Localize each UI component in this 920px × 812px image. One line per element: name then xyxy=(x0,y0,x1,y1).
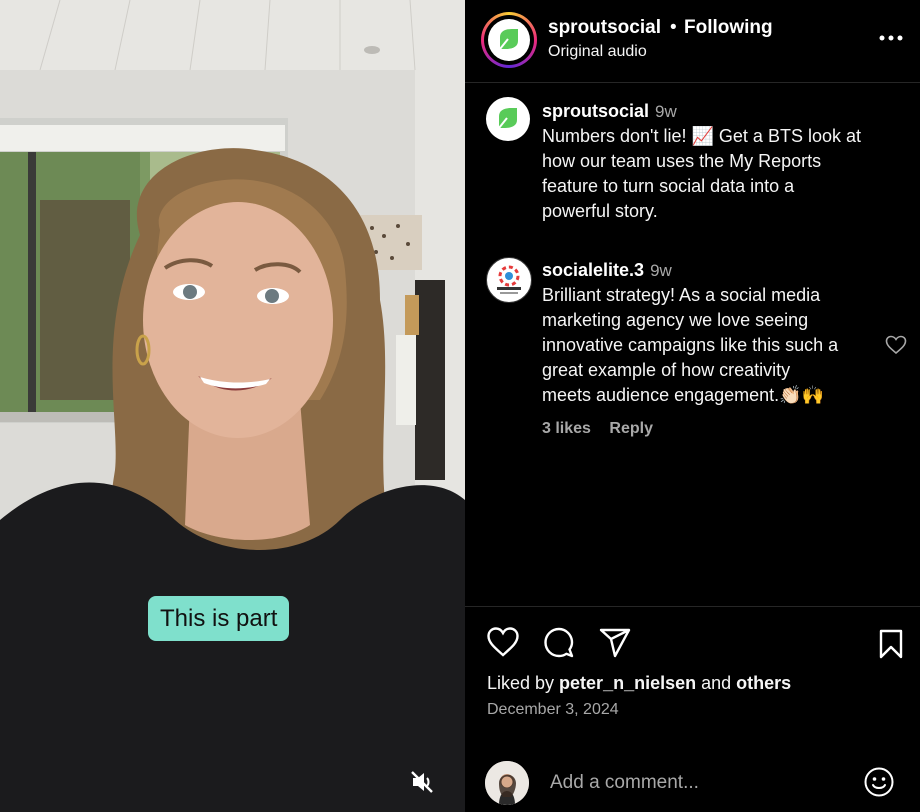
comment-bubble-icon[interactable] xyxy=(542,626,576,665)
post-panel: sproutsocial • Following Original audio … xyxy=(465,0,920,812)
comment-like-heart-icon[interactable] xyxy=(885,335,907,360)
comment-line: great example of how creativity xyxy=(542,360,791,380)
header-username[interactable]: sproutsocial xyxy=(548,17,661,39)
liked-by-prefix: Liked by xyxy=(487,673,560,693)
comment-likes[interactable]: 3 likes xyxy=(542,420,591,437)
following-button[interactable]: Following xyxy=(684,17,773,39)
paper-plane-icon[interactable] xyxy=(598,627,632,664)
reel-video[interactable]: This is part xyxy=(0,0,465,812)
caption-line: Numbers don't lie! 📈 Get a BTS look at xyxy=(542,126,861,146)
post-author-avatar[interactable] xyxy=(486,97,530,141)
likes-summary: Liked by peter_n_nielsen and others xyxy=(487,673,791,694)
comment-author-line: socialelite.3 9w xyxy=(542,260,672,281)
caption-line: powerful story. xyxy=(542,201,658,221)
current-user-avatar xyxy=(485,761,529,805)
post-header: sproutsocial • Following Original audio xyxy=(465,0,920,83)
comment-time: 9w xyxy=(650,261,672,280)
post-caption: Numbers don't lie! 📈 Get a BTS look at h… xyxy=(542,124,861,224)
sproutsocial-avatar xyxy=(488,19,530,61)
video-caption: This is part xyxy=(148,596,290,641)
liked-by-middle: and xyxy=(696,673,737,693)
liked-by-others[interactable]: others xyxy=(736,673,791,693)
audio-link[interactable]: Original audio xyxy=(548,43,647,61)
commenter-avatar[interactable] xyxy=(486,257,532,303)
post-author-line: sproutsocial 9w xyxy=(542,101,677,122)
caption-line: how our team uses the My Reports xyxy=(542,151,822,171)
story-ring[interactable] xyxy=(481,12,537,68)
post-username[interactable]: sproutsocial xyxy=(542,101,649,121)
liked-by-user[interactable]: peter_n_nielsen xyxy=(559,673,696,693)
comment-meta: 3 likes Reply xyxy=(542,420,653,438)
post-time: 9w xyxy=(655,102,677,121)
comment-username[interactable]: socialelite.3 xyxy=(542,260,644,280)
comment-line: marketing agency we love seeing xyxy=(542,310,809,330)
bookmark-icon[interactable] xyxy=(877,628,905,665)
post-date: December 3, 2024 xyxy=(487,701,619,718)
muted-speaker-icon[interactable] xyxy=(406,766,438,798)
heart-icon[interactable] xyxy=(486,626,520,663)
comment-line: innovative campaigns like this such a xyxy=(542,335,839,355)
more-horizontal-icon[interactable] xyxy=(879,26,903,55)
video-frame-illustration xyxy=(0,0,465,812)
reply-button[interactable]: Reply xyxy=(609,420,653,437)
comment-text: Brilliant strategy! As a social media ma… xyxy=(542,283,838,408)
comment-line: Brilliant strategy! As a social media xyxy=(542,285,821,305)
header-separator: • xyxy=(670,17,677,38)
add-comment-input[interactable]: Add a comment... xyxy=(550,772,699,794)
caption-line: feature to turn social data into a xyxy=(542,176,795,196)
actions-divider xyxy=(465,606,920,607)
smiley-icon[interactable] xyxy=(863,766,895,803)
comment-line: meets audience engagement.👏🏻🙌 xyxy=(542,385,824,405)
